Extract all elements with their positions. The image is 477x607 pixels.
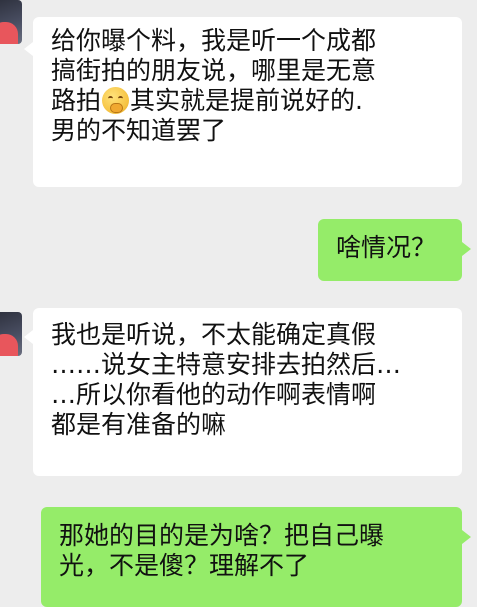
- message-bubble-incoming[interactable]: 给你曝个料，我是听一个成都 搞街拍的朋友说，哪里是无意 路拍 其实就是提前说好的.…: [33, 17, 462, 187]
- bubble-tail: [462, 242, 471, 256]
- message-bubble-outgoing[interactable]: 啥情况？: [318, 219, 462, 281]
- thinking-face-emoji-icon: [102, 87, 130, 114]
- message-bubble-outgoing[interactable]: 那她的目的是为啥？把自己曝 光，不是傻？理解不了: [41, 507, 462, 607]
- avatar[interactable]: [0, 312, 22, 356]
- message-text: 其实就是提前说好的.: [130, 86, 363, 115]
- message-text: 我也是听说，不太能确定真假: [51, 320, 377, 349]
- message-text: 搞街拍的朋友说，哪里是无意: [51, 56, 377, 85]
- bubble-tail: [24, 330, 33, 344]
- message-bubble-incoming[interactable]: 我也是听说，不太能确定真假 ……说女主特意安排去拍然后… …所以你看他的动作啊表…: [33, 308, 462, 476]
- message-text: 啥情况？: [336, 233, 437, 262]
- message-text: 那她的目的是为啥？把自己曝: [59, 521, 385, 550]
- message-text: ……说女主特意安排去拍然后…: [51, 350, 402, 379]
- message-text-row: 路拍 其实就是提前说好的.: [51, 86, 462, 116]
- avatar[interactable]: [0, 0, 22, 44]
- message-text: 路拍: [51, 86, 102, 115]
- message-text: 男的不知道罢了: [51, 116, 227, 145]
- message-text: 光，不是傻？理解不了: [59, 551, 310, 580]
- message-text: 给你曝个料，我是听一个成都: [51, 26, 377, 55]
- bubble-tail: [24, 42, 33, 56]
- bubble-tail: [462, 530, 471, 544]
- message-text: 都是有准备的嘛: [51, 410, 227, 439]
- message-text: …所以你看他的动作啊表情啊: [51, 380, 377, 409]
